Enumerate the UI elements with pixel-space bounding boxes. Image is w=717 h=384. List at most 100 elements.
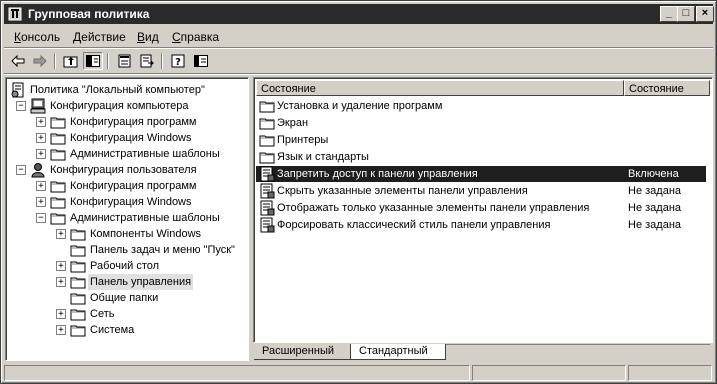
tree-item[interactable]: − Конфигурация компьютера <box>6 98 246 114</box>
up-icon <box>63 56 78 68</box>
close-button[interactable]: × <box>696 6 714 22</box>
expand-icon[interactable]: + <box>56 325 66 335</box>
tree-item[interactable]: + Компоненты Windows <box>6 226 246 242</box>
svg-text:?: ? <box>175 57 181 68</box>
tree-item[interactable]: Панель задач и меню "Пуск" <box>6 242 246 258</box>
window-title: Групповая политика <box>28 7 150 21</box>
forward-button[interactable] <box>30 52 50 70</box>
expand-icon[interactable]: + <box>36 117 46 127</box>
tree-item-label: Конфигурация программ <box>70 180 197 192</box>
list-item[interactable]: Форсировать классический стиль панели уп… <box>256 217 706 233</box>
list-item-state: Включена <box>628 168 679 180</box>
list-item-name: Форсировать классический стиль панели уп… <box>277 219 551 231</box>
tree-item[interactable]: + Конфигурация Windows <box>6 130 246 146</box>
setting-icon <box>259 217 275 233</box>
list-item-name: Экран <box>277 117 309 129</box>
column-header-state[interactable]: Состояние <box>624 80 710 96</box>
tab-extended[interactable]: Расширенный <box>254 344 350 360</box>
tree-item[interactable]: + Конфигурация программ <box>6 114 246 130</box>
policy-icon <box>10 82 26 98</box>
folder-icon <box>70 242 86 258</box>
tree-item[interactable]: + Рабочий стол <box>6 258 246 274</box>
expand-icon[interactable]: + <box>36 181 46 191</box>
expand-icon[interactable]: + <box>36 149 46 159</box>
tree-item-label: Панель управления <box>88 274 194 290</box>
tree-item[interactable]: + Конфигурация программ <box>6 178 246 194</box>
folder-icon <box>50 194 66 210</box>
expand-icon[interactable]: + <box>56 229 66 239</box>
tree-item-label: Конфигурация Windows <box>70 132 192 144</box>
folder-icon <box>259 149 275 165</box>
folder-icon <box>70 258 86 274</box>
tree-item-label: Сеть <box>90 308 115 320</box>
minimize-button[interactable]: _ <box>660 6 678 22</box>
export-icon <box>140 54 155 68</box>
show-tree-button[interactable] <box>83 52 103 70</box>
tab-standard[interactable]: Стандартный <box>350 344 446 360</box>
pane-icon <box>194 55 208 67</box>
up-button[interactable] <box>61 52 81 70</box>
list-item-name: Язык и стандарты <box>277 151 369 163</box>
list-item[interactable]: Отображать только указанные элементы пан… <box>256 200 706 216</box>
menu-help[interactable]: Справка <box>172 30 219 44</box>
collapse-icon[interactable]: − <box>16 165 26 175</box>
toolbar-separator <box>161 53 163 69</box>
tree-item[interactable]: + Панель управления <box>6 274 246 290</box>
folder-icon <box>50 178 66 194</box>
list-item-name: Установка и удаление программ <box>277 100 443 112</box>
list-item-state: Не задана <box>628 219 682 231</box>
title-bar[interactable]: Групповая политика _ □ × <box>4 4 714 24</box>
tree-item[interactable]: − Конфигурация пользователя <box>6 162 246 178</box>
details-pane[interactable]: Состояние Состояние Установка и удаление… <box>253 77 713 343</box>
folder-icon <box>50 146 66 162</box>
forward-icon <box>33 55 47 67</box>
tree-item[interactable]: + Сеть <box>6 306 246 322</box>
tree-item-label: Система <box>90 324 135 336</box>
tree-item-label: Политика "Локальный компьютер" <box>30 84 205 96</box>
folder-icon <box>70 306 86 322</box>
list-item[interactable]: Язык и стандарты <box>256 149 706 165</box>
tree-item[interactable]: + Конфигурация Windows <box>6 194 246 210</box>
tree-pane[interactable]: Политика "Локальный компьютер" − Конфигура… <box>5 77 249 361</box>
tree-item[interactable]: + Система <box>6 322 246 338</box>
folder-icon <box>259 132 275 148</box>
expand-icon[interactable]: + <box>56 261 66 271</box>
folder-icon <box>70 322 86 338</box>
menu-action[interactable]: Действие <box>73 30 126 44</box>
collapse-icon[interactable]: − <box>36 213 46 223</box>
menu-console[interactable]: Консоль <box>14 30 60 44</box>
tree-item-label: Панель задач и меню "Пуск" <box>90 244 235 256</box>
list-item[interactable]: Экран <box>256 115 706 131</box>
export-button[interactable] <box>137 52 157 70</box>
list-item[interactable]: Установка и удаление программ <box>256 98 706 114</box>
maximize-button[interactable]: □ <box>677 6 695 22</box>
properties-button[interactable] <box>115 52 135 70</box>
help-button[interactable]: ? <box>169 52 189 70</box>
collapse-icon[interactable]: − <box>16 101 26 111</box>
tree-item[interactable]: + Административные шаблоны <box>6 146 246 162</box>
list-item[interactable]: Скрыть указанные элементы панели управле… <box>256 183 706 199</box>
computer-icon <box>30 98 46 114</box>
toolbar-separator <box>107 53 109 69</box>
expand-icon[interactable]: + <box>56 309 66 319</box>
expand-icon[interactable]: + <box>36 133 46 143</box>
show-tree-icon <box>86 55 100 67</box>
menu-divider <box>4 47 713 49</box>
menu-view[interactable]: Вид <box>137 30 159 44</box>
tree-item[interactable]: Политика "Локальный компьютер" <box>6 82 246 98</box>
pane-button[interactable] <box>191 52 211 70</box>
column-header-name[interactable]: Состояние <box>256 80 624 96</box>
expand-icon[interactable]: + <box>56 277 66 287</box>
tree-item[interactable]: Общие папки <box>6 290 246 306</box>
status-cell-2 <box>472 365 626 381</box>
list-item[interactable]: Запретить доступ к панели управления Вклю… <box>256 166 706 182</box>
back-button[interactable] <box>8 52 28 70</box>
list-item-state: Не задана <box>628 185 682 197</box>
app-icon <box>8 7 22 21</box>
tree-item[interactable]: − Административные шаблоны <box>6 210 246 226</box>
folder-icon <box>50 114 66 130</box>
list-item-name: Скрыть указанные элементы панели управле… <box>277 185 528 197</box>
expand-icon[interactable]: + <box>36 197 46 207</box>
folder-icon <box>70 290 86 306</box>
list-item[interactable]: Принтеры <box>256 132 706 148</box>
